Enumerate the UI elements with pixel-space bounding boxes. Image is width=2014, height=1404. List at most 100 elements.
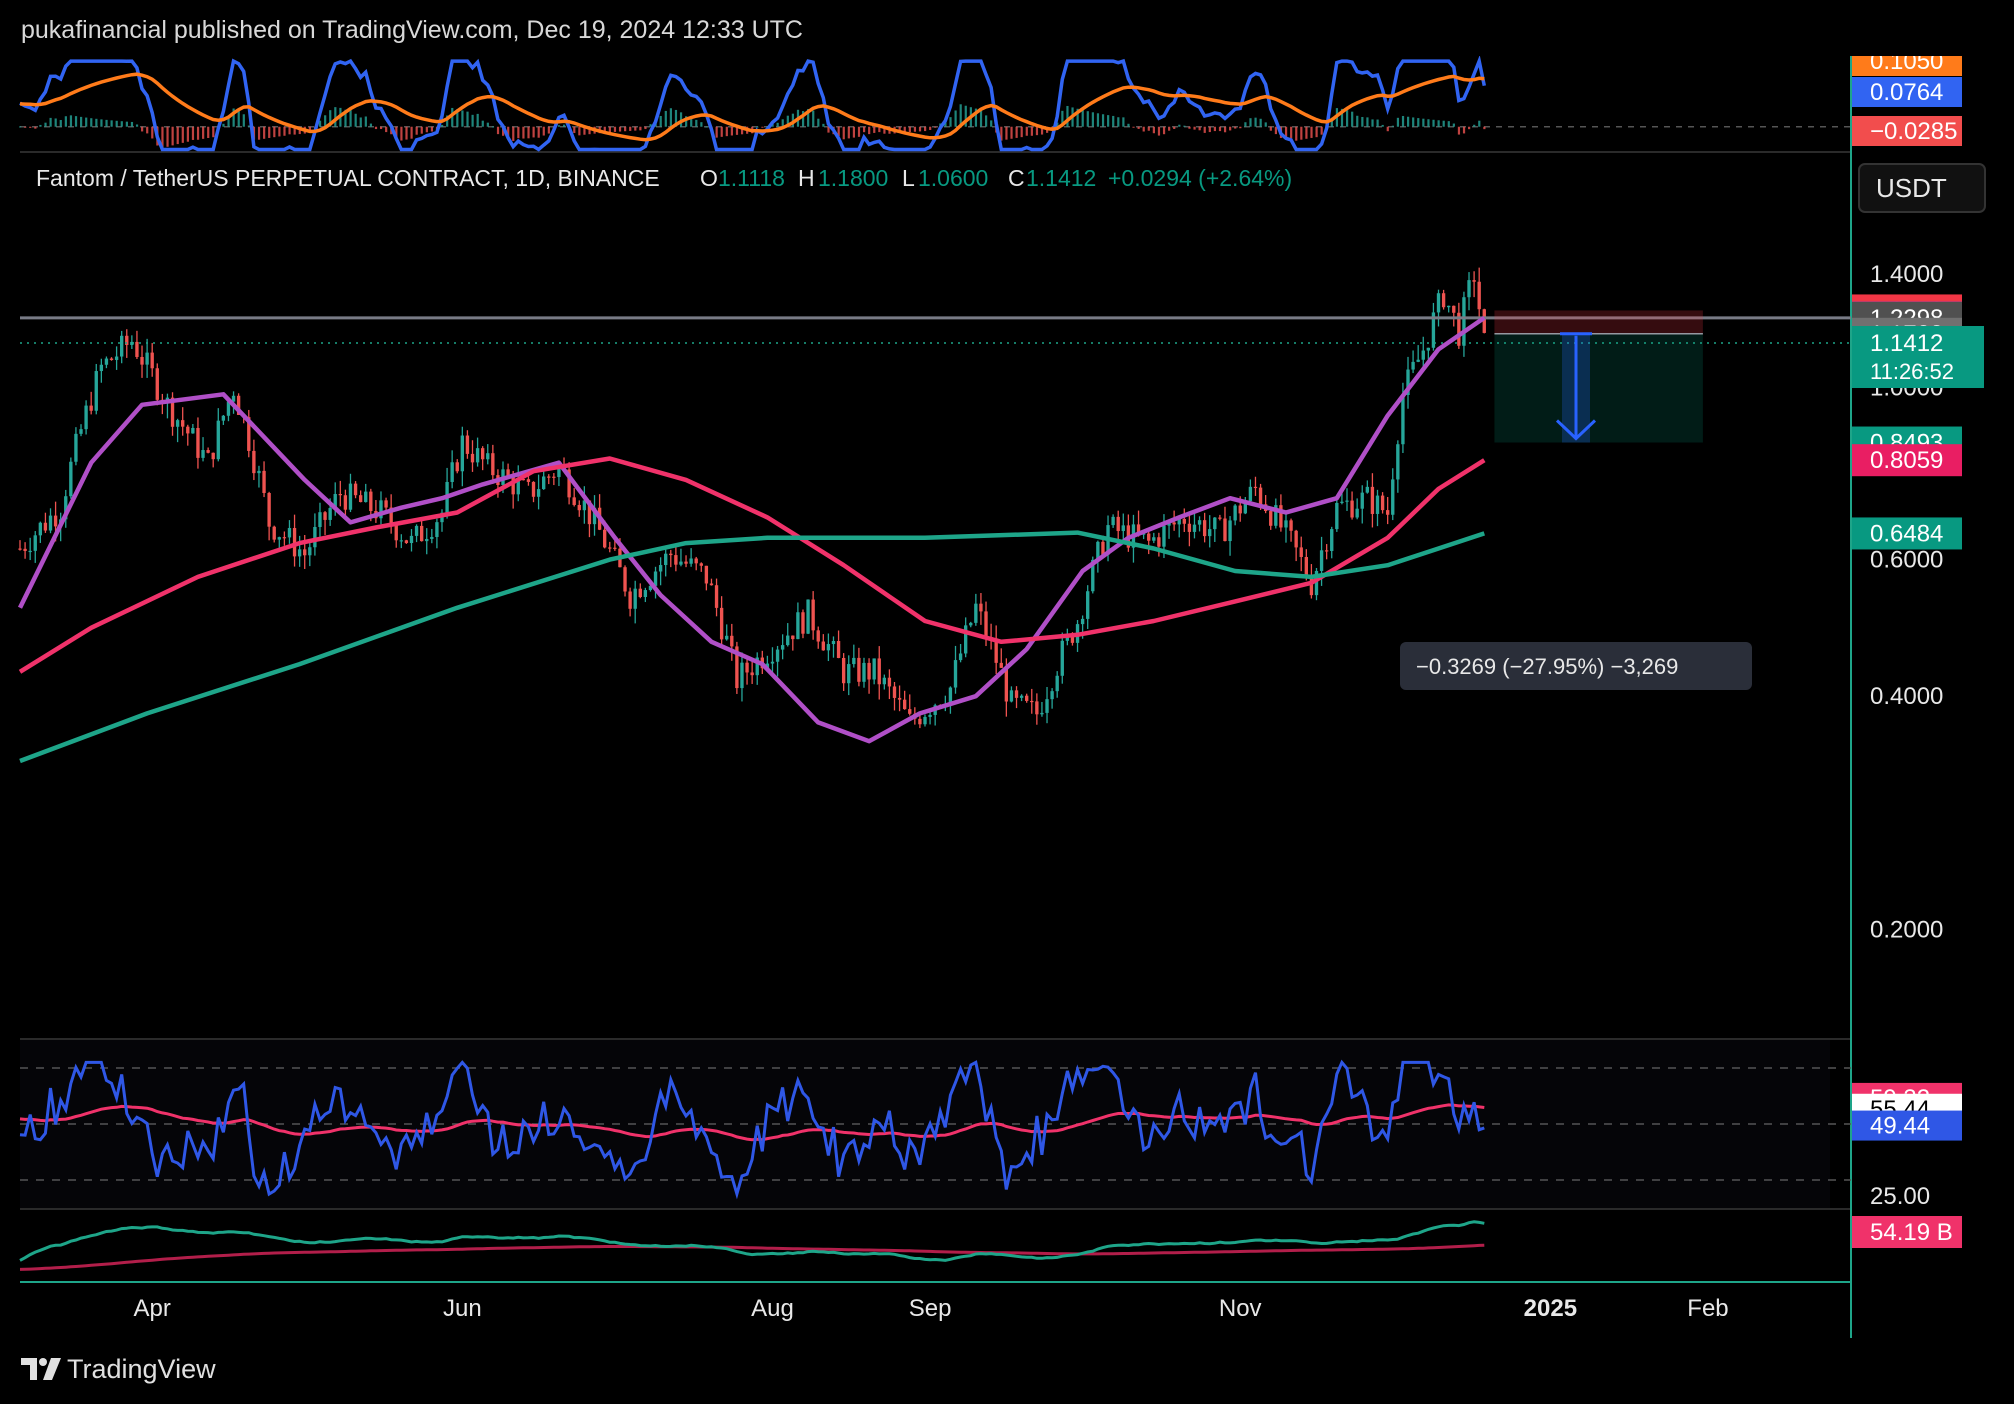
candle-body <box>1060 640 1064 676</box>
ohlc-open-value: 1.1118 <box>718 165 785 191</box>
ohlc-open-label: O <box>700 165 718 191</box>
candle-body <box>775 649 780 662</box>
publish-header: pukafinancial published on TradingView.c… <box>0 0 2014 56</box>
candle-body <box>191 427 195 434</box>
chart-canvas[interactable]: −0.3269 (−27.95%) −3,269 1.40001.00000.6… <box>0 56 2014 1338</box>
currency-button[interactable]: USDT <box>1858 163 1986 213</box>
time-tick-label: Apr <box>134 1295 171 1322</box>
candle-body <box>323 512 327 520</box>
candle-body <box>23 548 27 551</box>
macd-histogram-bar <box>1376 119 1379 127</box>
macd-histogram-bar <box>822 123 825 127</box>
candle-body <box>69 461 73 497</box>
ohlc-high-label: H <box>798 165 815 191</box>
macd-histogram-bar <box>1447 121 1450 127</box>
candle-body <box>1223 518 1227 542</box>
macd-histogram-bar <box>1269 126 1272 131</box>
candle-body <box>1202 520 1207 537</box>
macd-histogram-bar <box>181 126 184 143</box>
symbol-title: Fantom / TetherUS PERPETUAL CONTRACT, 1D… <box>36 165 660 191</box>
macd-histogram-bar <box>1193 126 1196 130</box>
candle-body <box>257 470 261 474</box>
candle-body <box>841 657 846 684</box>
candle-body <box>892 686 897 698</box>
candle-body <box>786 635 790 646</box>
macd-histogram-bar <box>862 126 866 133</box>
candle-body <box>643 590 648 598</box>
macd-histogram-bar <box>1371 119 1374 127</box>
candle-body <box>1238 505 1242 514</box>
macd-histogram-bar <box>985 115 988 127</box>
candle-body <box>821 641 825 651</box>
macd-histogram-bar <box>563 124 566 127</box>
candle-body <box>1335 502 1339 530</box>
candle-body <box>536 489 541 497</box>
candle-body <box>953 660 958 688</box>
time-tick-label: Nov <box>1219 1295 1262 1322</box>
macd-histogram-bar <box>761 126 764 128</box>
macd-histogram-bar <box>1015 126 1018 138</box>
macd-histogram-bar <box>191 126 195 140</box>
candle-body <box>699 563 703 566</box>
macd-histogram-bar <box>268 126 271 138</box>
candle-body <box>664 553 668 566</box>
macd-histogram-bar <box>725 126 728 137</box>
candle-body <box>1385 510 1390 515</box>
candle-body <box>1472 280 1476 282</box>
candle-body <box>1284 520 1288 528</box>
macd-histogram-bar <box>618 126 622 132</box>
tradingview-logo-icon[interactable] <box>21 1354 63 1384</box>
candle-body <box>1192 524 1197 532</box>
macd-histogram-bar <box>1361 116 1364 127</box>
candle-body <box>1396 444 1400 480</box>
currency-button-label[interactable]: USDT <box>1876 173 1947 203</box>
candle-body <box>175 420 180 427</box>
candle-body <box>689 558 693 564</box>
candle-body <box>394 524 398 541</box>
candle-body <box>480 448 485 460</box>
macd-histogram-bar <box>1132 126 1135 128</box>
candle-body <box>1370 486 1375 514</box>
candle-body <box>1299 547 1303 557</box>
macd-histogram-bar <box>1157 126 1161 136</box>
candle-body <box>918 718 922 725</box>
macd-histogram-bar <box>1351 111 1354 127</box>
candle-body <box>531 481 536 497</box>
macd-histogram-bar <box>1422 118 1425 127</box>
macd-histogram-bar <box>1452 123 1455 127</box>
macd-histogram-bar <box>1396 117 1400 127</box>
candle-body <box>1452 305 1456 313</box>
candle-body <box>877 658 881 685</box>
ohlc-low-label: L <box>902 165 915 191</box>
macd-histogram-bar <box>913 126 917 132</box>
macd-histogram-bar <box>1473 124 1476 127</box>
candle-body <box>974 603 978 623</box>
macd-tag-0: 0.1050 <box>1870 56 1943 75</box>
macd-histogram-bar <box>695 119 698 127</box>
candle-body <box>719 607 724 640</box>
macd-histogram-bar <box>705 126 708 128</box>
price-axis[interactable]: 1.40001.00000.60000.40000.20001.25701.23… <box>1852 56 2014 1338</box>
candle-body <box>1004 667 1009 702</box>
macd-histogram-bar <box>1112 115 1115 127</box>
macd-histogram-bar <box>430 126 434 132</box>
macd-histogram-bar <box>1259 118 1262 127</box>
rsi-tick-label: 25.00 <box>1870 1183 1930 1210</box>
macd-histogram-bar <box>1483 126 1486 130</box>
candle-body <box>196 427 200 458</box>
macd-histogram-bar <box>415 126 418 135</box>
macd-histogram-bar <box>1457 126 1461 135</box>
candle-body <box>145 352 149 365</box>
macd-histogram-bar <box>212 126 215 138</box>
ohlc-change: +0.0294 (+2.64%) <box>1108 165 1292 191</box>
macd-histogram-bar <box>624 126 627 132</box>
candle-body <box>1111 516 1115 526</box>
candle-body <box>1040 712 1044 715</box>
candle-body <box>1182 518 1186 524</box>
macd-histogram-bar <box>135 124 139 127</box>
candle-body <box>796 612 800 640</box>
macd-histogram-bar <box>349 110 352 127</box>
macd-histogram-bar <box>1188 126 1191 129</box>
candle-body <box>958 653 963 661</box>
candle-body <box>313 526 317 548</box>
